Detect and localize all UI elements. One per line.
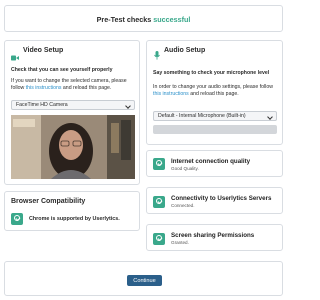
header-card: Pre-Test checks successful [4,5,283,32]
video-help-text: If you want to change the selected camer… [11,78,127,91]
microphone-select-value: Default - Internal Microphone (Built-in) [158,113,246,119]
microphone-select[interactable]: Default - Internal Microphone (Built-in) [153,111,277,121]
check-icon [153,158,165,170]
servers-check-title: Connectivity to Userlytics Servers [171,195,272,202]
footer-card: Continue [4,261,283,296]
screen-sharing-check-title: Screen sharing Permissions [171,232,255,239]
browser-compatibility-status: Chrome is supported by Userlytics. [29,216,120,222]
servers-check-card: Connectivity to Userlytics Servers Conne… [146,187,283,214]
video-instruction: Check that you can see yourself properly [11,67,113,73]
internet-check-status: Good Quality. [171,166,199,171]
audio-help-text: In order to change your audio settings, … [153,84,273,97]
camera-select[interactable]: FaceTime HD Camera [11,100,135,110]
internet-check-card: Internet connection quality Good Quality… [146,150,283,177]
video-setup-title: Video Setup [23,47,64,54]
internet-check-title: Internet connection quality [171,158,251,165]
chevron-down-icon [267,114,273,120]
video-help-link[interactable]: this instructions [26,85,62,91]
page-title: Pre-Test checks successful [96,15,191,24]
title-status: successful [153,15,191,24]
servers-check-status: Connected. [171,203,195,208]
chevron-down-icon [125,103,131,109]
microphone-icon [154,47,160,60]
video-camera-icon [11,48,19,61]
check-icon [153,233,165,245]
screen-sharing-check-status: Granted. [171,240,189,245]
browser-compatibility-card: Browser Compatibility Chrome is supporte… [4,191,140,231]
check-icon [153,196,165,208]
screen-sharing-check-card: Screen sharing Permissions Granted. [146,224,283,251]
browser-compatibility-title: Browser Compatibility [11,198,86,205]
camera-select-value: FaceTime HD Camera [16,102,68,108]
microphone-level-meter [153,125,277,134]
audio-setup-title: Audio Setup [164,47,206,54]
continue-button[interactable]: Continue [127,275,162,286]
audio-help-link[interactable]: this instructions [153,91,189,97]
audio-instruction: Say something to check your microphone l… [153,70,270,76]
audio-setup-card: Audio Setup Say something to check your … [146,40,283,145]
camera-preview [11,115,135,179]
video-setup-card: Video Setup Check that you can see yours… [4,40,140,185]
check-icon [11,213,23,225]
